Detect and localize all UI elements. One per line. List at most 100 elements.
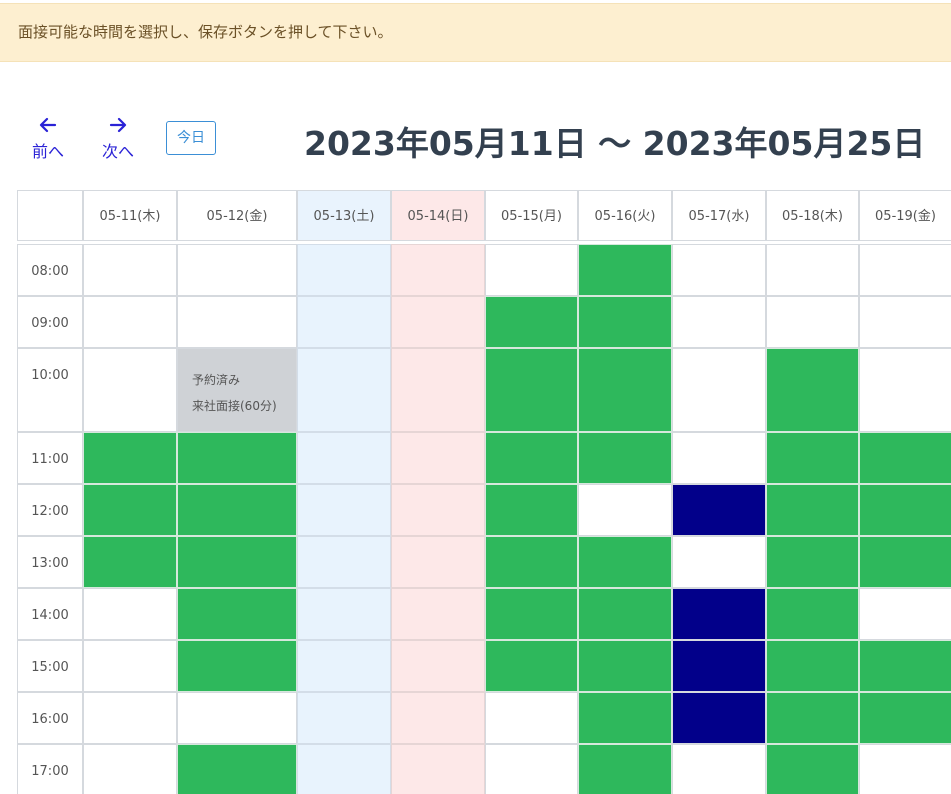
time-slot-free[interactable] — [672, 432, 766, 484]
time-slot-available[interactable] — [83, 432, 177, 484]
time-slot-selected[interactable] — [672, 640, 766, 692]
time-slot-available[interactable] — [485, 348, 578, 432]
time-slot-available[interactable] — [177, 484, 297, 536]
time-slot-available[interactable] — [578, 244, 672, 296]
time-slot-available[interactable] — [177, 536, 297, 588]
time-slot-available[interactable] — [485, 640, 578, 692]
time-slot-available[interactable] — [578, 536, 672, 588]
booked-info: 予約済み 来社面接(60分) — [178, 349, 296, 419]
time-slot-available[interactable] — [485, 588, 578, 640]
time-slot-free[interactable] — [83, 348, 177, 432]
time-slot-available[interactable] — [766, 588, 859, 640]
time-slot-available[interactable] — [766, 484, 859, 536]
day-header: 05-18(木) — [766, 190, 859, 241]
time-slot-free[interactable] — [578, 484, 672, 536]
time-slot-free[interactable] — [859, 296, 951, 348]
time-slot-available[interactable] — [578, 692, 672, 744]
time-slot-free[interactable] — [859, 348, 951, 432]
time-slot-free[interactable] — [766, 244, 859, 296]
time-slot-free[interactable] — [672, 348, 766, 432]
time-slot-sunday — [391, 588, 485, 640]
time-slot-available[interactable] — [578, 588, 672, 640]
time-slot-available[interactable] — [485, 484, 578, 536]
time-slot-saturday — [297, 640, 391, 692]
day-header: 05-13(土) — [297, 190, 391, 241]
time-slot-available[interactable] — [859, 640, 951, 692]
time-slot-available[interactable] — [578, 432, 672, 484]
time-slot-available[interactable] — [578, 296, 672, 348]
time-slot-available[interactable] — [766, 536, 859, 588]
time-label: 11:00 — [17, 432, 83, 484]
time-slot-saturday — [297, 484, 391, 536]
time-slot-available[interactable] — [766, 348, 859, 432]
time-slot-free[interactable] — [672, 296, 766, 348]
time-slot-available[interactable] — [859, 484, 951, 536]
time-slot-free[interactable] — [672, 244, 766, 296]
time-slot-free[interactable] — [859, 244, 951, 296]
time-slot-free[interactable] — [83, 692, 177, 744]
time-slot-available[interactable] — [578, 640, 672, 692]
time-slot-free[interactable] — [859, 744, 951, 794]
time-slot-available[interactable] — [859, 692, 951, 744]
time-slot-free[interactable] — [83, 744, 177, 794]
time-slot-saturday — [297, 296, 391, 348]
time-label: 09:00 — [17, 296, 83, 348]
time-slot-free[interactable] — [766, 296, 859, 348]
time-slot-saturday — [297, 536, 391, 588]
time-slot-free[interactable] — [83, 244, 177, 296]
time-slot-available[interactable] — [766, 744, 859, 794]
day-header: 05-12(金) — [177, 190, 297, 241]
booked-detail: 来社面接(60分) — [192, 399, 277, 413]
time-slot-sunday — [391, 484, 485, 536]
time-slot-saturday — [297, 692, 391, 744]
time-slot-available[interactable] — [177, 744, 297, 794]
time-slot-free[interactable] — [859, 588, 951, 640]
time-slot-selected[interactable] — [672, 484, 766, 536]
time-slot-saturday — [297, 432, 391, 484]
time-slot-free[interactable] — [485, 692, 578, 744]
time-slot-available[interactable] — [177, 588, 297, 640]
time-slot-available[interactable] — [177, 640, 297, 692]
time-slot-available[interactable] — [485, 536, 578, 588]
time-slot-free[interactable] — [485, 744, 578, 794]
day-header: 05-14(日) — [391, 190, 485, 241]
time-slot-free[interactable] — [672, 536, 766, 588]
day-header: 05-15(月) — [485, 190, 578, 241]
time-slot-sunday — [391, 692, 485, 744]
time-label: 12:00 — [17, 484, 83, 536]
time-slot-available[interactable] — [859, 536, 951, 588]
time-slot-available[interactable] — [766, 640, 859, 692]
time-slot-available[interactable] — [83, 484, 177, 536]
time-label: 17:00 — [17, 744, 83, 794]
time-slot-free[interactable] — [83, 640, 177, 692]
time-slot-booked: 予約済み 来社面接(60分) — [177, 348, 297, 432]
time-slot-available[interactable] — [485, 296, 578, 348]
time-slot-sunday — [391, 744, 485, 794]
time-slot-saturday — [297, 588, 391, 640]
time-slot-available[interactable] — [578, 744, 672, 794]
time-slot-saturday — [297, 244, 391, 296]
day-header: 05-16(火) — [578, 190, 672, 241]
grid-corner-header — [17, 190, 83, 241]
time-label: 10:00 — [17, 348, 83, 432]
time-slot-available[interactable] — [766, 692, 859, 744]
time-slot-available[interactable] — [177, 432, 297, 484]
time-slot-free[interactable] — [672, 744, 766, 794]
time-slot-available[interactable] — [485, 432, 578, 484]
time-slot-free[interactable] — [83, 296, 177, 348]
time-slot-free[interactable] — [177, 296, 297, 348]
time-slot-free[interactable] — [177, 244, 297, 296]
time-slot-sunday — [391, 296, 485, 348]
time-slot-available[interactable] — [578, 348, 672, 432]
time-slot-free[interactable] — [485, 244, 578, 296]
time-slot-available[interactable] — [766, 432, 859, 484]
time-slot-selected[interactable] — [672, 692, 766, 744]
time-slot-selected[interactable] — [672, 588, 766, 640]
time-slot-available[interactable] — [859, 432, 951, 484]
time-slot-free[interactable] — [83, 588, 177, 640]
time-label: 08:00 — [17, 244, 83, 296]
time-label: 13:00 — [17, 536, 83, 588]
time-slot-sunday — [391, 244, 485, 296]
time-slot-available[interactable] — [83, 536, 177, 588]
time-slot-free[interactable] — [177, 692, 297, 744]
